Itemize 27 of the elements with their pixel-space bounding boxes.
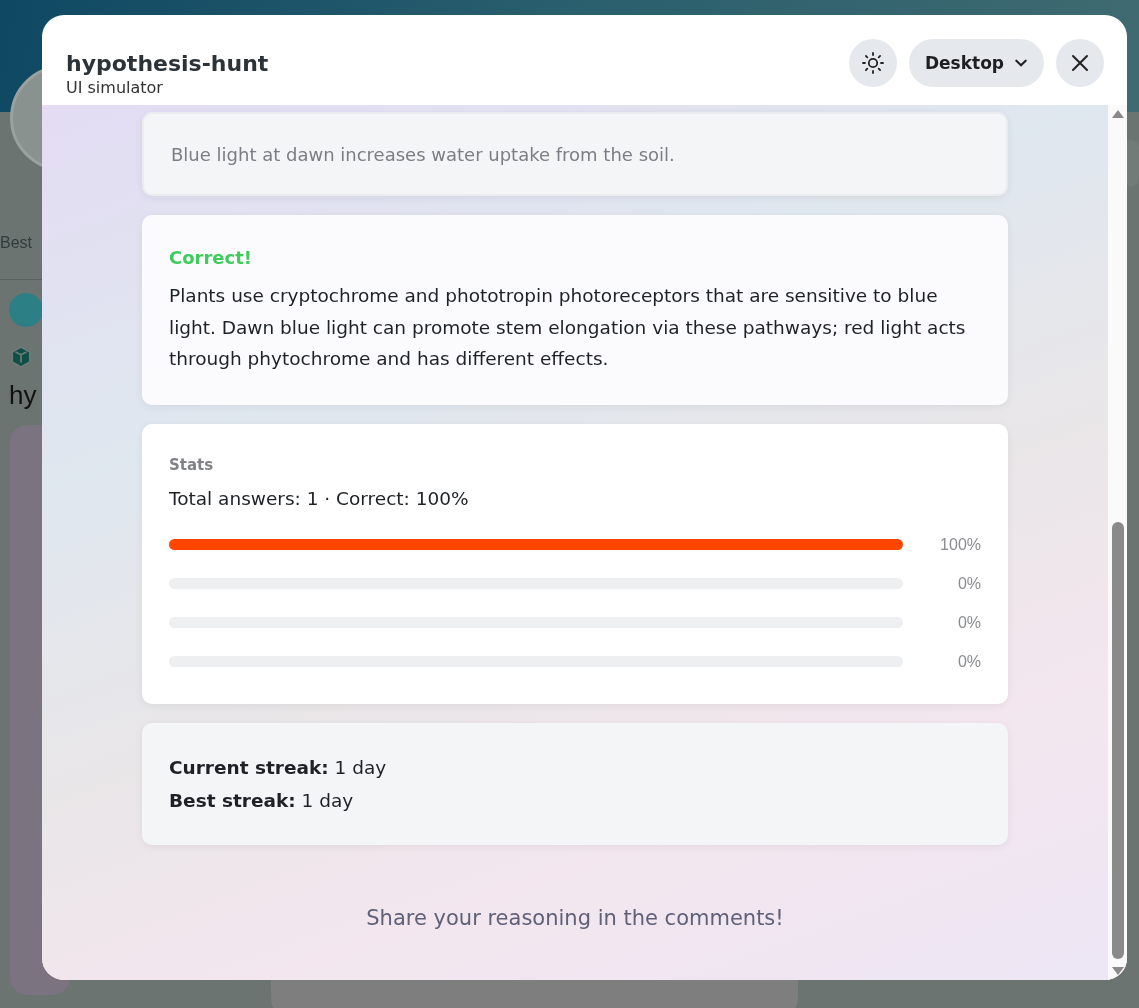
close-button[interactable]: [1056, 39, 1104, 87]
scrollbar[interactable]: [1108, 105, 1127, 980]
stats-heading: Stats: [169, 455, 215, 474]
scroll-down-icon[interactable]: [1111, 967, 1124, 975]
sun-icon: [860, 51, 885, 75]
footer-text: Share your reasoning in the comments!: [365, 905, 785, 930]
answer-text: Blue light at dawn increases water uptake from the soil.: [171, 143, 675, 165]
answer-option[interactable]: Blue light at dawn increases water uptake from the soil.: [142, 112, 1008, 196]
percent-label: 100%: [939, 535, 981, 554]
scroll-up-icon[interactable]: [1111, 110, 1124, 118]
theme-button[interactable]: [848, 39, 897, 87]
cube-icon: [10, 346, 32, 368]
explanation-text: Plants use cryptochrome and phototropin photoreceptors that are sensitive to blue light. Dawn blue light can promote stem elongation via these pathways; red light acts through phytochrome and has different effects.: [169, 284, 967, 371]
scroll-thumb[interactable]: [1111, 522, 1124, 959]
verdict-label: Correct!: [169, 247, 254, 268]
stats-summary: Total answers: 1 · Correct: 100%: [169, 487, 470, 509]
post-title: hy: [9, 380, 37, 411]
percent-label: 0%: [956, 613, 981, 632]
percent-label: 0%: [956, 652, 981, 671]
avatar: [9, 293, 43, 327]
percent-label: 0%: [956, 574, 981, 593]
sort-label[interactable]: Best: [0, 234, 32, 252]
window-title: hypothesis-hunt: [66, 50, 269, 78]
window-subtitle: UI simulator: [66, 78, 164, 98]
streak-text: Best streak: 1 day: [169, 789, 355, 811]
streak-text: Current streak: 1 day: [169, 756, 388, 778]
device-dropdown[interactable]: Desktop: [908, 39, 1044, 87]
